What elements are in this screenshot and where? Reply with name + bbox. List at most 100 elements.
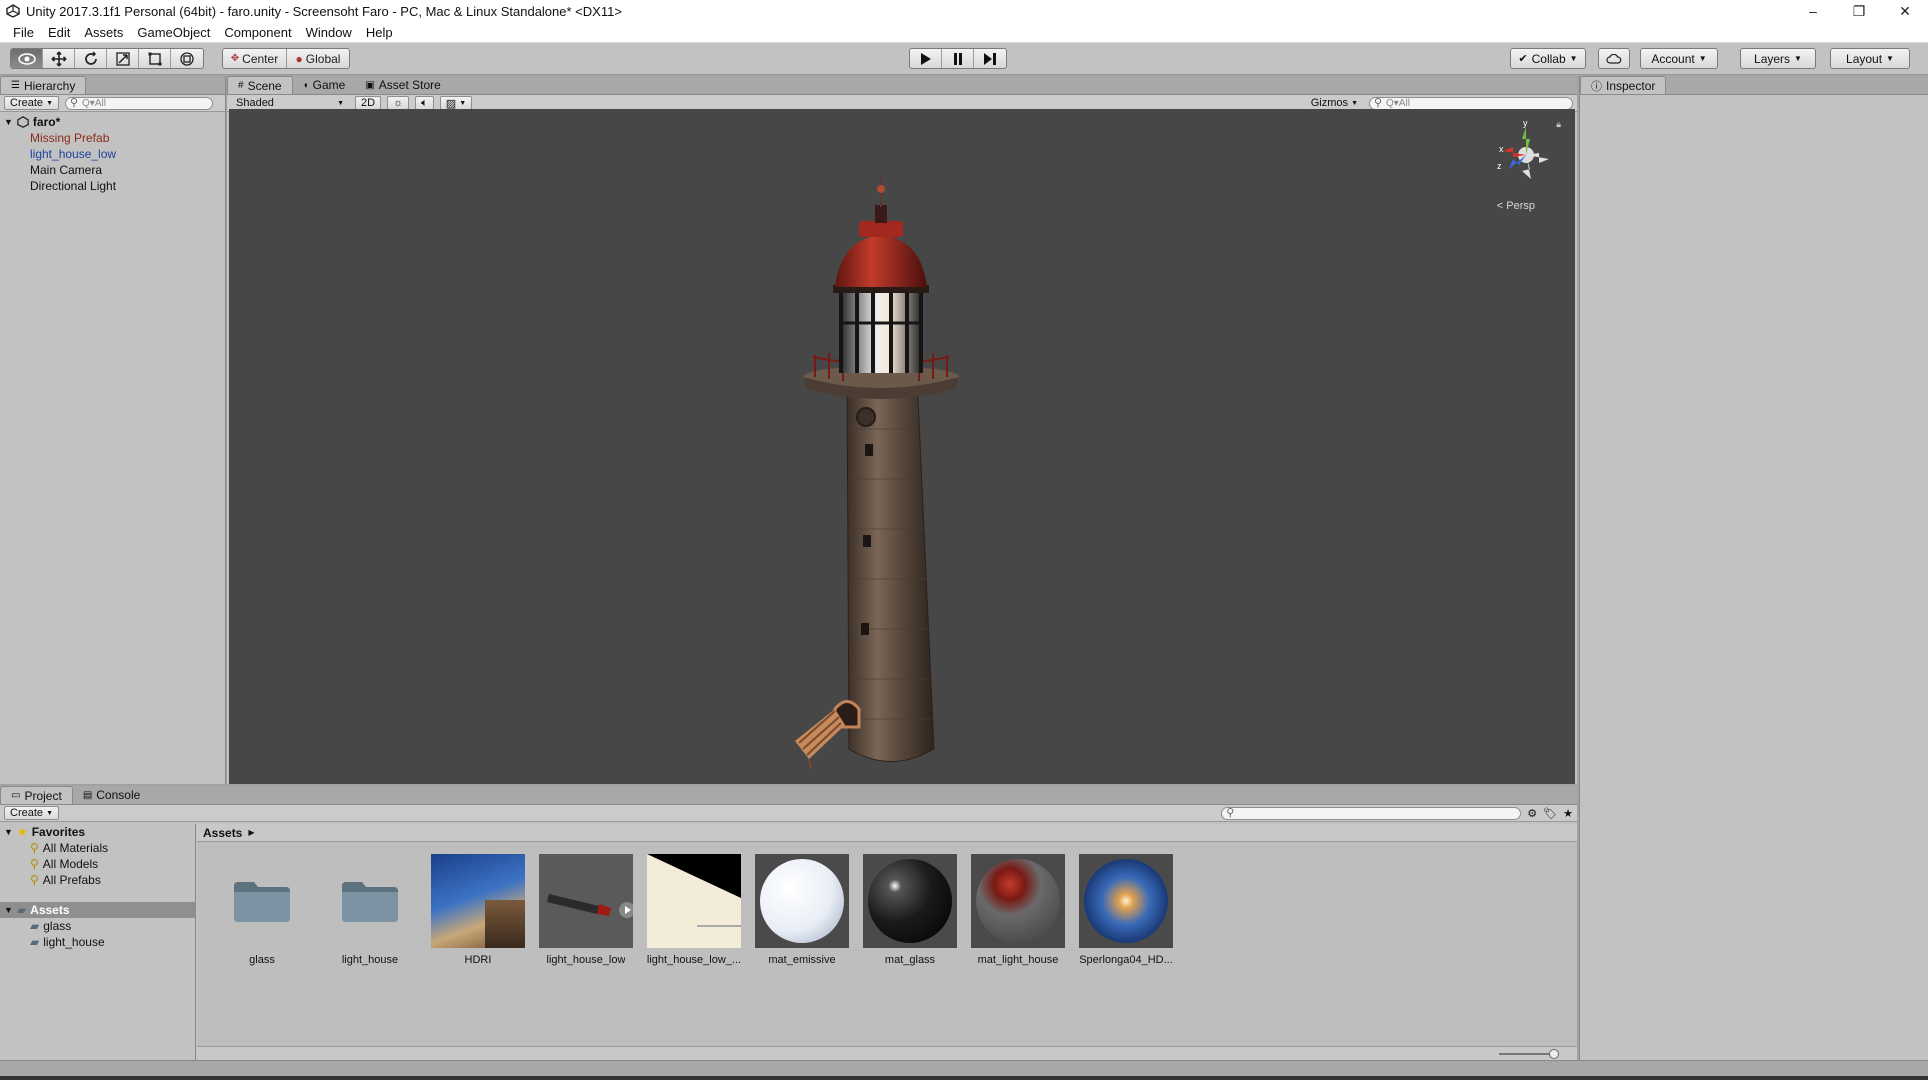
search-icon: ⚲ xyxy=(30,857,39,871)
move-tool-icon[interactable] xyxy=(43,49,75,68)
transform-tool-icon[interactable] xyxy=(171,49,203,68)
chevron-down-icon: ▼ xyxy=(1886,54,1894,63)
menu-help[interactable]: Help xyxy=(359,25,400,40)
assets-root-folder[interactable]: ▼ ▰ Assets xyxy=(0,902,195,918)
folder-icon: ▰ xyxy=(16,903,27,917)
layers-label: Layers xyxy=(1754,51,1791,66)
create-label: Create xyxy=(10,97,44,109)
hierarchy-create-button[interactable]: Create ▼ xyxy=(4,96,60,110)
favorite-item-all-prefabs[interactable]: ⚲ All Prefabs xyxy=(0,872,195,888)
scale-tool-icon[interactable] xyxy=(107,49,139,68)
asset-item-light-house-low-texture[interactable]: light_house_low_... xyxy=(647,854,741,966)
favorite-item-all-models[interactable]: ⚲ All Models xyxy=(0,856,195,872)
scene-root-row[interactable]: ▼ faro* xyxy=(0,114,225,130)
view-tool-eye-icon[interactable] xyxy=(11,49,43,68)
favorite-item-all-materials[interactable]: ⚲ All Materials xyxy=(0,840,195,856)
hierarchy-item-directional-light[interactable]: Directional Light xyxy=(0,178,225,194)
filter-by-label-icon[interactable]: 🏷︎ xyxy=(1543,807,1557,820)
hierarchy-item-main-camera[interactable]: Main Camera xyxy=(0,162,225,178)
space-global-toggle[interactable]: ● Global xyxy=(287,49,349,68)
pivot-center-toggle[interactable]: ✥ Center xyxy=(223,49,287,68)
close-button[interactable]: ✕ xyxy=(1882,0,1928,22)
layout-dropdown[interactable]: Layout ▼ xyxy=(1830,48,1910,69)
projection-toggle[interactable]: < Persp xyxy=(1497,200,1535,212)
asset-label: light_house_low_... xyxy=(646,954,742,966)
tab-hierarchy[interactable]: ☰ Hierarchy xyxy=(0,76,87,94)
menu-assets[interactable]: Assets xyxy=(77,25,130,40)
menu-window[interactable]: Window xyxy=(299,25,359,40)
assets-label: Assets xyxy=(30,903,70,917)
shading-mode-dropdown[interactable]: Shaded ▼ xyxy=(231,96,349,110)
rect-tool-icon[interactable] xyxy=(139,49,171,68)
asset-label: light_house_low xyxy=(546,954,626,966)
menu-component[interactable]: Component xyxy=(217,25,298,40)
tab-inspector[interactable]: ⓘ Inspector xyxy=(1580,76,1667,94)
effects-dropdown[interactable]: ▨ ▼ xyxy=(439,96,473,110)
scene-search-input[interactable]: Q▾All xyxy=(1369,96,1573,110)
gizmo-axis-x-label: x xyxy=(1499,144,1504,154)
asset-item-light-house[interactable]: light_house xyxy=(323,854,417,966)
pause-button[interactable] xyxy=(942,49,974,68)
menu-edit[interactable]: Edit xyxy=(41,25,77,40)
chevron-down-icon: ▼ xyxy=(337,99,344,107)
hierarchy-item-light-house-low[interactable]: light_house_low xyxy=(0,146,225,162)
tab-console[interactable]: ▤ Console xyxy=(73,786,150,804)
collab-dropdown[interactable]: ✔ Collab ▼ xyxy=(1510,48,1586,69)
project-search-input[interactable] xyxy=(1221,806,1522,820)
unity-logo-icon xyxy=(6,4,20,18)
model-prefab-thumbnail xyxy=(539,854,633,948)
restore-button[interactable]: ❐ xyxy=(1836,0,1882,22)
lighting-toggle[interactable]: ☼ xyxy=(387,96,410,110)
breadcrumb-assets[interactable]: Assets xyxy=(203,826,242,840)
toggle-2d-button[interactable]: 2D xyxy=(355,96,382,110)
asset-label: Sperlonga04_HD... xyxy=(1079,954,1173,966)
material-sphere-thumbnail xyxy=(971,854,1065,948)
gizmo-axis-z-label: z xyxy=(1497,161,1502,171)
asset-item-sperlonga04-hdri[interactable]: Sperlonga04_HD... xyxy=(1079,854,1173,966)
tab-project[interactable]: ▭ Project xyxy=(0,786,73,804)
tab-asset-store[interactable]: ▣ Asset Store xyxy=(355,76,450,94)
tab-game[interactable]: ◖ Game xyxy=(293,76,356,94)
lock-icon[interactable]: 🔒︎ xyxy=(1556,119,1561,130)
asset-item-mat-glass[interactable]: mat_glass xyxy=(863,854,957,966)
grid-icon: # xyxy=(238,80,244,91)
layers-dropdown[interactable]: Layers ▼ xyxy=(1740,48,1816,69)
console-icon: ▤ xyxy=(82,789,93,801)
minimize-button[interactable]: – xyxy=(1790,0,1836,22)
chevron-down-icon: ▼ xyxy=(46,99,54,107)
pause-icon xyxy=(953,52,962,65)
favorites-header[interactable]: ▼ ★ Favorites xyxy=(0,824,195,840)
filter-by-type-icon[interactable]: ⚙ xyxy=(1527,807,1537,820)
scene-orientation-gizmo-icon[interactable]: y x z xyxy=(1491,117,1561,187)
audio-toggle[interactable]: 🔈︎ xyxy=(415,96,434,110)
scene-panel: # Scene ◖ Game ▣ Asset Store Shaded ▼ 2D ☼ 🔈… xyxy=(227,76,1577,784)
project-create-button[interactable]: Create ▼ xyxy=(4,806,60,820)
thumbnail-size-slider[interactable] xyxy=(197,1046,1577,1060)
asset-item-light-house-low[interactable]: light_house_low xyxy=(539,854,633,966)
asset-item-glass[interactable]: glass xyxy=(215,854,309,966)
favorite-item-label: All Prefabs xyxy=(42,873,101,887)
rotate-tool-icon[interactable] xyxy=(75,49,107,68)
favorite-star-icon[interactable]: ★ xyxy=(1563,807,1573,820)
folder-item-glass[interactable]: ▰ glass xyxy=(0,918,195,934)
gizmo-axis-y-label: y xyxy=(1523,118,1528,128)
folder-item-light-house[interactable]: ▰ light_house xyxy=(0,934,195,950)
cloud-button[interactable] xyxy=(1598,48,1630,69)
menu-gameobject[interactable]: GameObject xyxy=(130,25,217,40)
menu-file[interactable]: File xyxy=(6,25,41,40)
scene-viewport[interactable]: y x z < Persp 🔒︎ xyxy=(229,109,1575,784)
chevron-down-icon: ▼ xyxy=(1794,54,1802,63)
asset-item-mat-emissive[interactable]: mat_emissive xyxy=(755,854,849,966)
scene-name: faro* xyxy=(32,115,61,129)
folder-icon xyxy=(323,854,417,948)
hierarchy-item-missing-prefab[interactable]: Missing Prefab xyxy=(0,130,225,146)
step-button[interactable] xyxy=(974,49,1006,68)
asset-item-mat-light-house[interactable]: mat_light_house xyxy=(971,854,1065,966)
account-dropdown[interactable]: Account ▼ xyxy=(1640,48,1718,69)
slider-thumb[interactable] xyxy=(1549,1049,1559,1059)
gizmos-dropdown[interactable]: Gizmos ▼ xyxy=(1306,96,1363,110)
tab-scene[interactable]: # Scene xyxy=(227,76,293,94)
play-button[interactable] xyxy=(910,49,942,68)
asset-item-hdri[interactable]: HDRI xyxy=(431,854,525,966)
hierarchy-search-input[interactable]: Q▾All xyxy=(65,96,214,110)
